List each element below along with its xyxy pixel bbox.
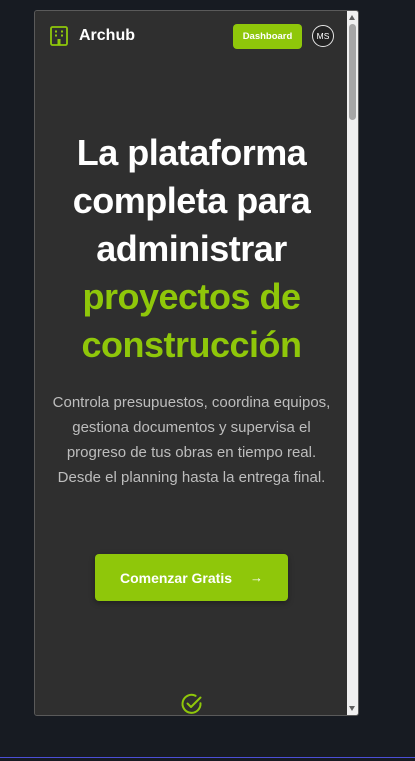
hero-title-accent-line: construcción <box>81 324 302 365</box>
browser-frame: Archub Dashboard MS La plataforma comple… <box>34 10 359 716</box>
hero-title-line: completa para <box>72 180 311 221</box>
bottom-divider <box>0 757 415 758</box>
brand-name[interactable]: Archub <box>79 26 135 46</box>
check-circle-icon <box>181 693 202 714</box>
hero-title-accent-line: proyectos de <box>82 276 301 317</box>
top-nav: Archub Dashboard MS <box>35 11 348 61</box>
building-icon <box>50 26 68 46</box>
vertical-scrollbar[interactable] <box>347 11 358 715</box>
dashboard-button[interactable]: Dashboard <box>233 24 302 49</box>
page-viewport: Archub Dashboard MS La plataforma comple… <box>35 11 348 715</box>
arrow-right-icon: → <box>250 570 264 585</box>
hero-title-line: La plataforma <box>76 132 307 173</box>
start-free-button[interactable]: Comenzar Gratis → <box>95 554 288 601</box>
hero-title-line: administrar <box>96 228 287 269</box>
cta-label: Comenzar Gratis <box>119 569 233 586</box>
scroll-down-arrow-icon[interactable] <box>349 706 355 711</box>
scrollbar-thumb[interactable] <box>349 24 356 120</box>
scroll-up-arrow-icon[interactable] <box>349 15 355 20</box>
hero-title: La plataforma completa para administrar … <box>35 129 348 369</box>
hero-description: Controla presupuestos, coordina equipos,… <box>52 394 331 486</box>
user-avatar[interactable]: MS <box>312 25 334 47</box>
